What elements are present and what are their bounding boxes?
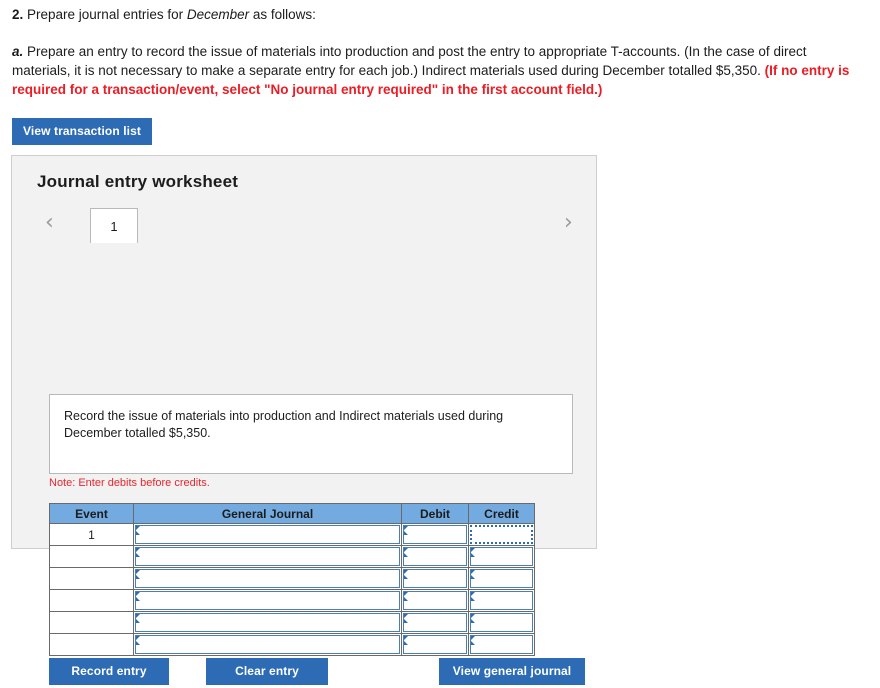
cell-credit[interactable] <box>468 611 535 634</box>
general-journal-field[interactable] <box>135 591 400 610</box>
cell-event <box>49 633 134 656</box>
worksheet-actions: Record entry Clear entry View general jo… <box>12 658 596 688</box>
cell-general-journal[interactable] <box>133 611 402 634</box>
column-header-event: Event <box>49 503 134 524</box>
table-row <box>49 567 535 590</box>
view-general-journal-button[interactable]: View general journal <box>439 658 585 685</box>
toolbar: View transaction list <box>0 118 880 145</box>
column-header-debit: Debit <box>401 503 469 524</box>
question-text-after: as follows: <box>249 7 316 22</box>
cell-debit[interactable] <box>401 567 469 590</box>
sub-question-body: Prepare an entry to record the issue of … <box>12 44 807 78</box>
panel-title: Journal entry worksheet <box>37 172 239 191</box>
general-journal-field[interactable] <box>135 525 400 544</box>
cell-event <box>49 611 134 634</box>
cell-debit[interactable] <box>401 545 469 568</box>
credit-field[interactable] <box>470 525 533 544</box>
credit-field[interactable] <box>470 547 533 566</box>
cell-debit[interactable] <box>401 589 469 612</box>
debit-field[interactable] <box>403 613 467 632</box>
cell-debit[interactable] <box>401 523 469 546</box>
table-row <box>49 633 535 656</box>
general-journal-field[interactable] <box>135 569 400 588</box>
cell-credit[interactable] <box>468 545 535 568</box>
view-transaction-list-button[interactable]: View transaction list <box>12 118 152 145</box>
column-header-credit: Credit <box>468 503 535 524</box>
cell-event <box>49 567 134 590</box>
cell-credit[interactable] <box>468 567 535 590</box>
journal-entry-table: Event General Journal Debit Credit 1 <box>49 503 535 656</box>
column-header-general-journal: General Journal <box>133 503 402 524</box>
cell-general-journal[interactable] <box>133 545 402 568</box>
debits-before-credits-note: Note: Enter debits before credits. <box>49 477 210 489</box>
worksheet-tab-1[interactable]: 1 <box>90 208 138 243</box>
question-2a-text: a. Prepare an entry to record the issue … <box>12 42 868 99</box>
cell-event <box>49 545 134 568</box>
question-month: December <box>186 7 250 22</box>
cell-credit[interactable] <box>468 589 535 612</box>
cell-debit[interactable] <box>401 611 469 634</box>
cell-general-journal[interactable] <box>133 567 402 590</box>
debit-field[interactable] <box>403 569 467 588</box>
cell-general-journal[interactable] <box>133 633 402 656</box>
table-row <box>49 545 535 568</box>
journal-entry-worksheet-panel: Journal entry worksheet ‹ › 1 Record the… <box>11 155 597 685</box>
sub-question-letter: a. <box>12 44 24 59</box>
general-journal-field[interactable] <box>135 635 400 654</box>
chevron-left-icon[interactable]: ‹ <box>45 210 54 236</box>
general-journal-field[interactable] <box>135 547 400 566</box>
debit-field[interactable] <box>403 547 467 566</box>
debit-field[interactable] <box>403 525 467 544</box>
cell-general-journal[interactable] <box>133 589 402 612</box>
cell-credit[interactable] <box>468 523 535 546</box>
record-entry-button[interactable]: Record entry <box>49 658 169 685</box>
credit-field[interactable] <box>470 635 533 654</box>
clear-entry-button[interactable]: Clear entry <box>206 658 328 685</box>
debit-field[interactable] <box>403 635 467 654</box>
table-row <box>49 611 535 634</box>
table-row: 1 <box>49 523 535 546</box>
cell-general-journal[interactable] <box>133 523 402 546</box>
cell-event <box>49 589 134 612</box>
chevron-right-icon[interactable]: › <box>564 210 573 236</box>
prompt-area: 2. Prepare journal entries for December … <box>0 0 880 99</box>
table-row <box>49 589 535 612</box>
cell-credit[interactable] <box>468 633 535 656</box>
question-text-before: Prepare journal entries for <box>23 7 187 22</box>
general-journal-field[interactable] <box>135 613 400 632</box>
worksheet-tab-strip: ‹ › 1 <box>12 206 596 243</box>
cell-debit[interactable] <box>401 633 469 656</box>
table-header-row: Event General Journal Debit Credit <box>49 503 535 524</box>
transaction-description: Record the issue of materials into produ… <box>49 394 573 474</box>
credit-field[interactable] <box>470 591 533 610</box>
credit-field[interactable] <box>470 569 533 588</box>
cell-event: 1 <box>49 523 134 546</box>
question-2-text: 2. Prepare journal entries for December … <box>12 6 868 24</box>
credit-field[interactable] <box>470 613 533 632</box>
question-number: 2. <box>12 7 24 22</box>
debit-field[interactable] <box>403 591 467 610</box>
